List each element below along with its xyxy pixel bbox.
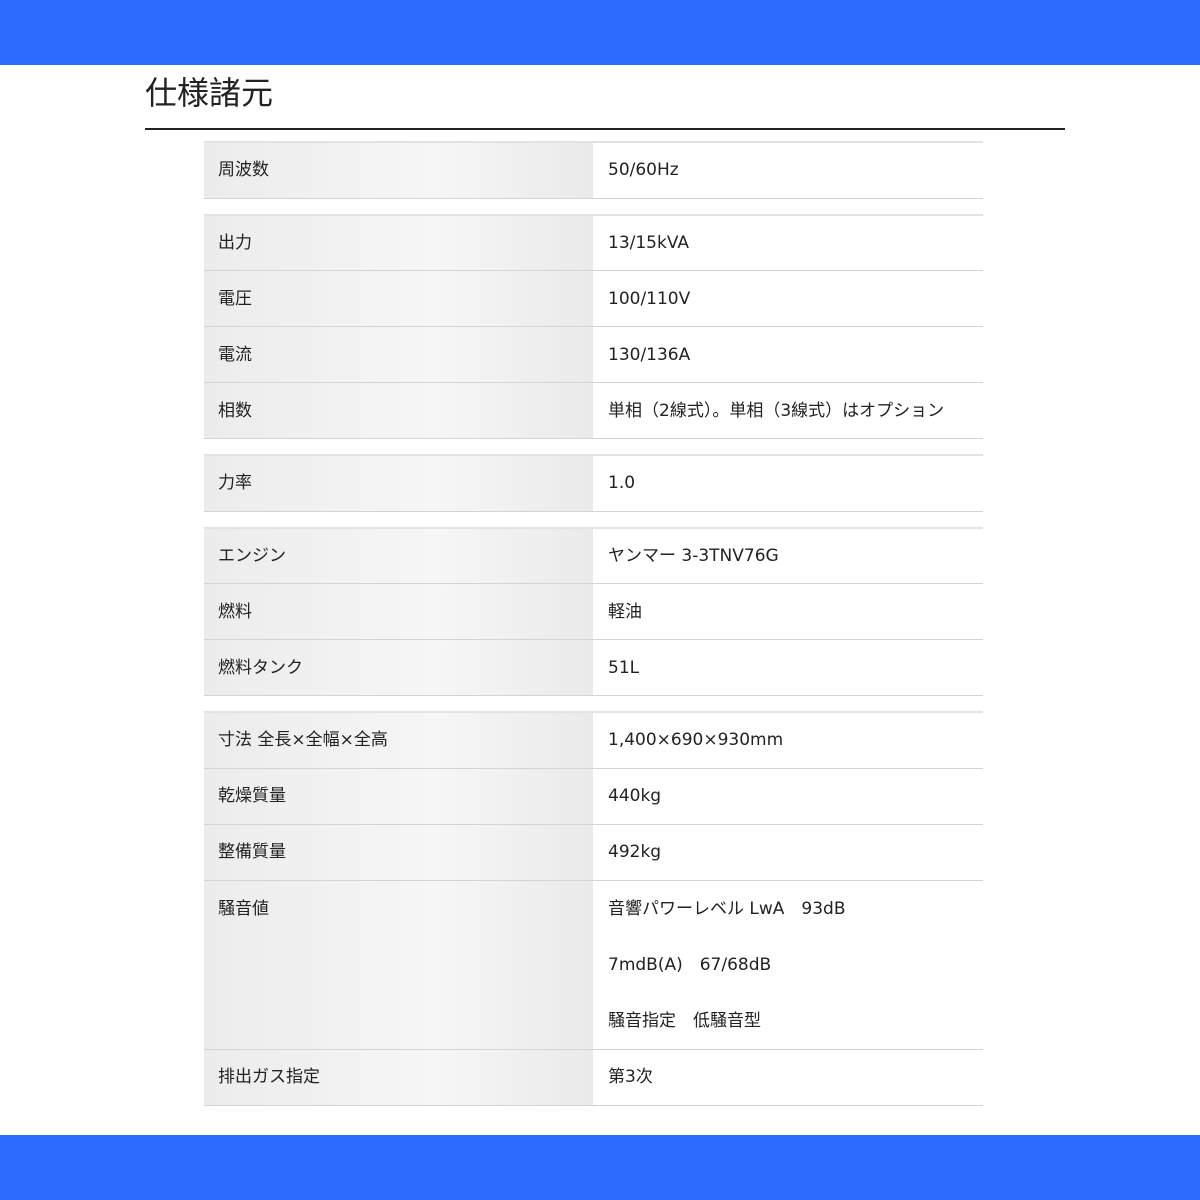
spec-label: 寸法 全長×全幅×全高 bbox=[204, 711, 593, 769]
spec-row-operating-weight: 整備質量 492kg bbox=[204, 823, 983, 881]
spec-group-engine: エンジン ヤンマー 3-3TNV76G 燃料 軽油 燃料タンク 51L bbox=[204, 526, 983, 696]
spec-row-phase: 相数 単相（2線式）。単相（3線式）はオプション bbox=[204, 382, 983, 439]
noise-designation: 騒音指定 低騒音型 bbox=[608, 1010, 761, 1031]
spec-row-engine: エンジン ヤンマー 3-3TNV76G bbox=[204, 526, 983, 584]
spec-group-power-factor: 力率 1.0 bbox=[204, 454, 983, 512]
spec-label: 電流 bbox=[204, 326, 593, 383]
spec-label: 相数 bbox=[204, 382, 593, 439]
spec-value: 単相（2線式）。単相（3線式）はオプション bbox=[593, 382, 983, 439]
spec-label: 整備質量 bbox=[204, 823, 593, 881]
spec-value: 100/110V bbox=[593, 270, 983, 327]
noise-sound-power: 音響パワーレベル LwA 93dB bbox=[608, 898, 846, 919]
spec-value: 第3次 bbox=[593, 1048, 983, 1106]
bottom-banner bbox=[0, 1135, 1200, 1200]
top-banner bbox=[0, 0, 1200, 65]
spec-value: 1.0 bbox=[593, 454, 983, 512]
spec-row-fuel: 燃料 軽油 bbox=[204, 583, 983, 640]
spec-row-fuel-tank: 燃料タンク 51L bbox=[204, 639, 983, 696]
spec-label: 出力 bbox=[204, 213, 593, 271]
spec-value: 音響パワーレベル LwA 93dB 7mdB(A) 67/68dB 騒音指定 低… bbox=[593, 879, 983, 1050]
spec-table-container: 周波数 50/60Hz 出力 13/15kVA 電圧 100/110V 電流 1… bbox=[204, 141, 983, 1106]
spec-label: 周波数 bbox=[204, 141, 593, 199]
noise-7m-level: 7mdB(A) 67/68dB bbox=[608, 954, 772, 975]
spec-value: 492kg bbox=[593, 823, 983, 881]
spec-label-text: 騒音値 bbox=[218, 898, 269, 919]
spec-row-dimensions: 寸法 全長×全幅×全高 1,400×690×930mm bbox=[204, 711, 983, 769]
spec-label: 排出ガス指定 bbox=[204, 1048, 593, 1106]
spec-row-current: 電流 130/136A bbox=[204, 326, 983, 383]
spec-group-frequency: 周波数 50/60Hz bbox=[204, 141, 983, 199]
spec-value: 13/15kVA bbox=[593, 213, 983, 271]
spec-label: 電圧 bbox=[204, 270, 593, 327]
spec-value: 130/136A bbox=[593, 326, 983, 383]
spec-row-emission: 排出ガス指定 第3次 bbox=[204, 1048, 983, 1106]
spec-label: エンジン bbox=[204, 526, 593, 584]
spec-row-voltage: 電圧 100/110V bbox=[204, 270, 983, 327]
spec-row-noise: 騒音値 音響パワーレベル LwA 93dB 7mdB(A) 67/68dB 騒音… bbox=[204, 879, 983, 1050]
title-divider bbox=[145, 128, 1065, 130]
spec-value: 軽油 bbox=[593, 583, 983, 640]
spec-group-dimensions: 寸法 全長×全幅×全高 1,400×690×930mm 乾燥質量 440kg 整… bbox=[204, 711, 983, 1106]
spec-label: 燃料 bbox=[204, 583, 593, 640]
spec-value: 51L bbox=[593, 639, 983, 696]
spec-group-electrical: 出力 13/15kVA 電圧 100/110V 電流 130/136A 相数 単… bbox=[204, 213, 983, 439]
spec-value: 1,400×690×930mm bbox=[593, 711, 983, 769]
spec-row-frequency: 周波数 50/60Hz bbox=[204, 141, 983, 199]
spec-value: 50/60Hz bbox=[593, 141, 983, 199]
spec-row-dry-weight: 乾燥質量 440kg bbox=[204, 767, 983, 825]
spec-value: ヤンマー 3-3TNV76G bbox=[593, 526, 983, 584]
spec-label: 騒音値 bbox=[204, 879, 593, 1050]
spec-label: 力率 bbox=[204, 454, 593, 512]
spec-row-power-factor: 力率 1.0 bbox=[204, 454, 983, 512]
spec-row-output: 出力 13/15kVA bbox=[204, 213, 983, 271]
spec-label: 乾燥質量 bbox=[204, 767, 593, 825]
spec-value: 440kg bbox=[593, 767, 983, 825]
spec-label: 燃料タンク bbox=[204, 639, 593, 696]
page-title: 仕様諸元 bbox=[145, 74, 274, 112]
